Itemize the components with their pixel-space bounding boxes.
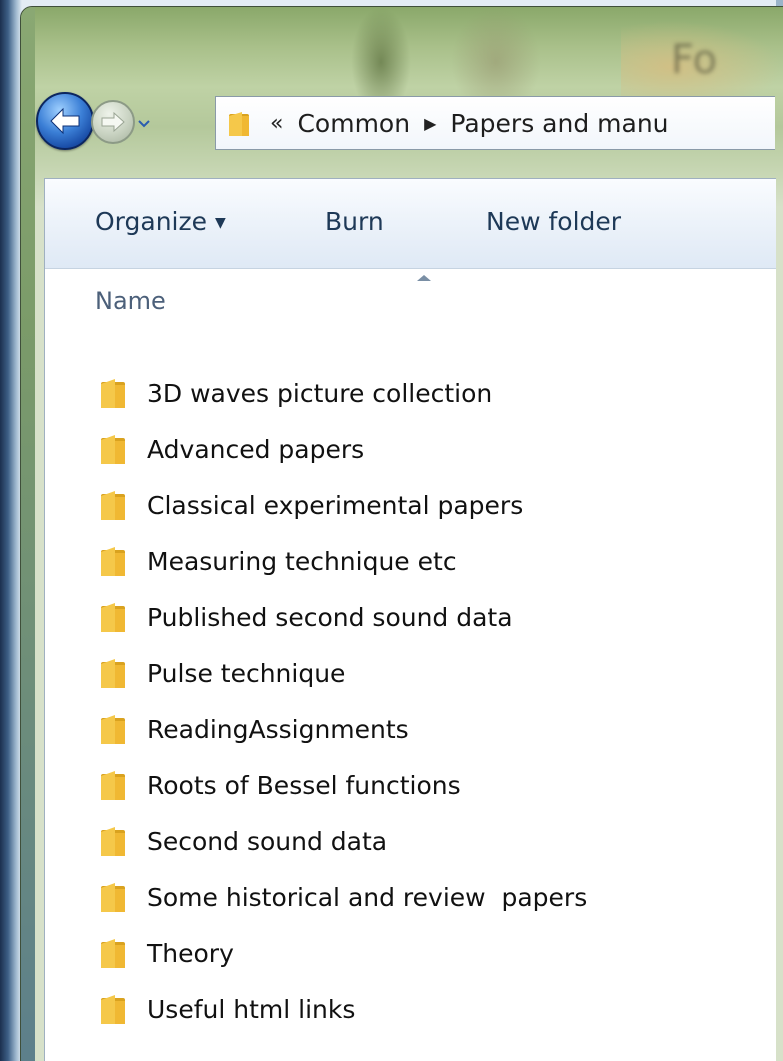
folder-name: ReadingAssignments <box>147 714 409 744</box>
breadcrumb-overflow[interactable]: « <box>270 111 283 136</box>
new-folder-button[interactable]: New folder <box>486 207 621 236</box>
file-pane: Organize ▼ Burn New folder Name 3D waves … <box>44 178 776 1061</box>
list-item[interactable]: Measuring technique etc <box>97 533 757 589</box>
list-item[interactable]: Pulse technique <box>97 645 757 701</box>
list-item[interactable]: 3D waves picture collection <box>97 365 757 421</box>
breadcrumb-papers[interactable]: Papers and manu <box>450 109 668 138</box>
folder-name: Published second sound data <box>147 602 513 632</box>
folder-name: Some historical and review papers <box>147 882 588 912</box>
folder-list: 3D waves picture collection Advanced pap… <box>97 365 757 1037</box>
list-item[interactable]: Roots of Bessel functions <box>97 757 757 813</box>
folder-name: Second sound data <box>147 826 388 856</box>
list-item[interactable]: Useful html links <box>97 981 757 1037</box>
folder-name: Measuring technique etc <box>147 546 457 576</box>
window-title: Fo <box>671 37 718 83</box>
caret-down-icon: ▼ <box>215 215 226 231</box>
folder-icon <box>101 771 125 800</box>
folder-icon <box>101 491 125 520</box>
folder-name: Advanced papers <box>147 434 365 464</box>
column-header-name[interactable]: Name <box>95 287 166 315</box>
breadcrumb-separator-icon[interactable]: ▶ <box>424 114 436 133</box>
folder-name: Useful html links <box>147 994 356 1024</box>
recent-pages-dropdown[interactable] <box>137 117 151 131</box>
folder-icon <box>101 659 125 688</box>
list-item[interactable]: Classical experimental papers <box>97 477 757 533</box>
burn-button[interactable]: Burn <box>325 207 384 236</box>
forward-arrow-icon <box>101 111 125 133</box>
command-bar: Organize ▼ Burn New folder <box>45 179 776 269</box>
folder-icon <box>101 379 125 408</box>
list-item[interactable]: Advanced papers <box>97 421 757 477</box>
folder-icon <box>101 827 125 856</box>
folder-icon <box>229 112 249 136</box>
organize-label: Organize <box>95 207 207 236</box>
folder-icon <box>101 547 125 576</box>
list-item[interactable]: Second sound data <box>97 813 757 869</box>
list-item[interactable]: ReadingAssignments <box>97 701 757 757</box>
folder-name: Classical experimental papers <box>147 490 524 520</box>
address-bar[interactable]: « Common ▶ Papers and manu <box>215 96 775 150</box>
folder-name: Theory <box>147 938 234 968</box>
list-item[interactable]: Published second sound data <box>97 589 757 645</box>
folder-icon <box>101 715 125 744</box>
folder-icon <box>101 883 125 912</box>
folder-icon <box>101 995 125 1024</box>
folder-icon <box>101 603 125 632</box>
folder-icon <box>101 939 125 968</box>
back-arrow-icon <box>50 107 80 135</box>
folder-name: Pulse technique <box>147 658 346 688</box>
back-button[interactable] <box>36 92 94 150</box>
organize-button[interactable]: Organize ▼ <box>95 207 226 236</box>
list-item[interactable]: Some historical and review papers <box>97 869 757 925</box>
sort-ascending-icon <box>417 275 431 281</box>
chevron-down-icon <box>138 120 150 128</box>
forward-button[interactable] <box>91 100 135 144</box>
folder-name: Roots of Bessel functions <box>147 770 461 800</box>
folder-icon <box>101 435 125 464</box>
breadcrumb-common[interactable]: Common <box>297 109 410 138</box>
folder-name: 3D waves picture collection <box>147 378 493 408</box>
list-item[interactable]: Theory <box>97 925 757 981</box>
window-frame-left <box>21 7 35 1061</box>
